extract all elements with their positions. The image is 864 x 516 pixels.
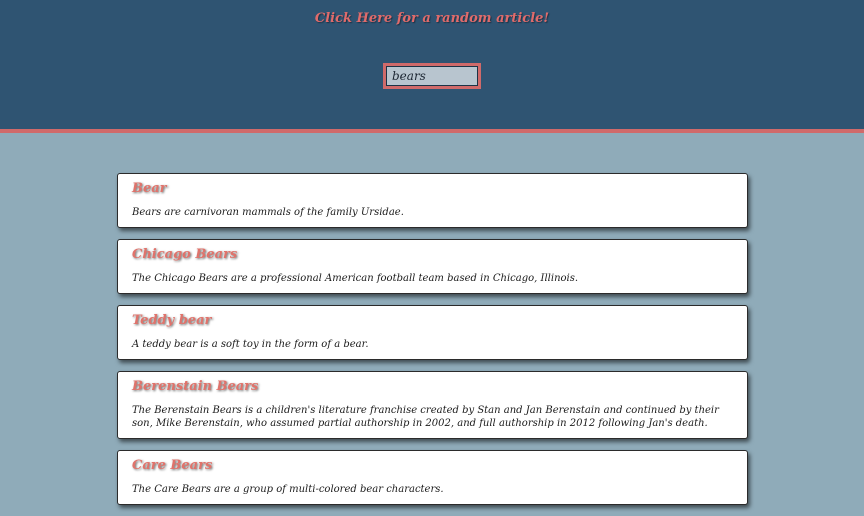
result-title[interactable]: Chicago Bears: [132, 247, 733, 263]
result-card-teddy-bear[interactable]: Teddy bear A teddy bear is a soft toy in…: [117, 305, 748, 360]
result-card-berenstain-bears[interactable]: Berenstain Bears The Berenstain Bears is…: [117, 371, 748, 439]
result-card-bear[interactable]: Bear Bears are carnivoran mammals of the…: [117, 173, 748, 228]
results-list: Bear Bears are carnivoran mammals of the…: [117, 173, 748, 516]
result-snippet: The Berenstain Bears is a children's lit…: [132, 405, 719, 429]
result-title[interactable]: Care Bears: [132, 458, 733, 474]
random-article-link[interactable]: Click Here for a random article!: [0, 11, 864, 26]
search-input[interactable]: [383, 63, 481, 89]
result-card-care-bears[interactable]: Care Bears The Care Bears are a group of…: [117, 450, 748, 505]
result-snippet: The Chicago Bears are a professional Ame…: [132, 273, 579, 284]
result-title[interactable]: Teddy bear: [132, 313, 733, 329]
result-snippet: The Care Bears are a group of multi-colo…: [132, 484, 444, 495]
result-snippet: A teddy bear is a soft toy in the form o…: [132, 339, 369, 350]
result-title[interactable]: Bear: [132, 181, 733, 197]
result-title[interactable]: Berenstain Bears: [132, 379, 733, 395]
result-card-chicago-bears[interactable]: Chicago Bears The Chicago Bears are a pr…: [117, 239, 748, 294]
header-bar: Click Here for a random article!: [0, 0, 864, 133]
result-snippet: Bears are carnivoran mammals of the fami…: [132, 207, 404, 218]
